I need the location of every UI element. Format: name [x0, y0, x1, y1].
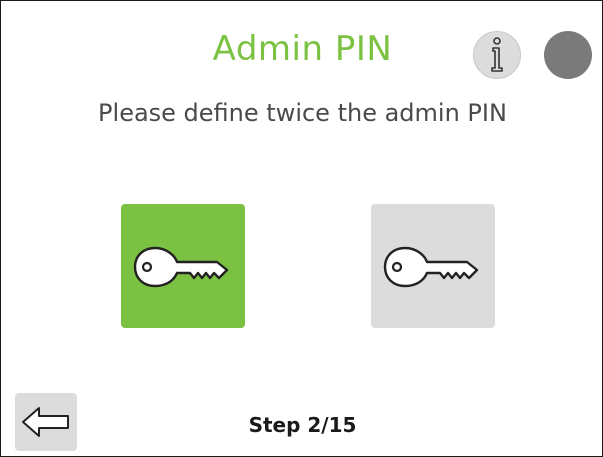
screen-frame: Admin PIN Please define twice the admin …: [0, 0, 603, 457]
pin-entry-1-button[interactable]: [121, 204, 245, 328]
info-button[interactable]: [473, 31, 521, 79]
step-indicator: Step 2/15: [248, 413, 357, 437]
instruction-text: Please define twice the admin PIN: [98, 99, 507, 127]
status-indicator: [544, 31, 592, 79]
pin-entry-2-button[interactable]: [371, 204, 495, 328]
key-icon: [133, 246, 229, 288]
key-icon: [383, 246, 479, 288]
info-icon: [491, 37, 503, 72]
